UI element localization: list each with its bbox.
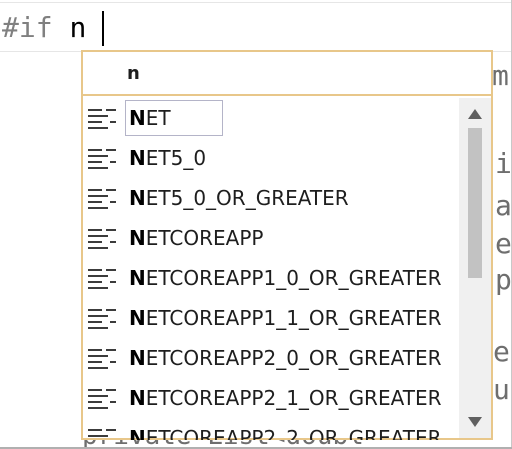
background-code-fragment: p xyxy=(495,263,512,296)
text-lines-icon xyxy=(88,226,118,250)
completion-item-label: NETCOREAPP xyxy=(125,220,267,256)
scrollbar-thumb[interactable] xyxy=(468,128,482,278)
background-code-fragment: m xyxy=(492,59,509,92)
completion-item[interactable]: NETCOREAPP1_1_OR_GREATER xyxy=(83,298,459,338)
completion-item-rest: ETCOREAPP2_2_OR_GREATER xyxy=(145,426,442,440)
text-lines-icon xyxy=(88,426,118,440)
completion-scrollbar[interactable] xyxy=(459,98,491,438)
text-lines-icon xyxy=(88,266,118,290)
text-lines-icon xyxy=(88,306,118,330)
text-lines-icon xyxy=(88,386,118,410)
completion-item[interactable]: NETCOREAPP2_2_OR_GREATER xyxy=(83,418,459,440)
match-highlight: N xyxy=(129,226,146,250)
match-highlight: N xyxy=(129,426,146,440)
scroll-down-arrow-icon[interactable] xyxy=(467,414,483,428)
code-line-1[interactable]: #if n xyxy=(2,8,86,48)
completion-item-label: NETCOREAPP2_1_OR_GREATER xyxy=(125,380,445,416)
match-highlight: N xyxy=(129,186,146,210)
scroll-up-arrow-icon[interactable] xyxy=(467,106,483,120)
text-lines-icon xyxy=(88,346,118,370)
completion-item-label: NETCOREAPP1_0_OR_GREATER xyxy=(125,260,445,296)
background-code-fragment: e xyxy=(495,227,512,260)
completion-item-rest: ETCOREAPP2_1_OR_GREATER xyxy=(145,386,442,410)
completion-item[interactable]: NETCOREAPP2_0_OR_GREATER xyxy=(83,338,459,378)
background-code-fragment: ur xyxy=(493,373,512,406)
text-lines-icon xyxy=(88,106,118,130)
completion-item-label: NET5_0_OR_GREATER xyxy=(125,180,353,216)
completion-item-label: NET xyxy=(125,100,223,136)
completion-item-label: NETCOREAPP1_1_OR_GREATER xyxy=(125,300,445,336)
completion-popup[interactable]: n NET NET5_0 NET5_0_OR_GREATER NETCOREAPP NE… xyxy=(81,50,493,440)
completion-item[interactable]: NETCOREAPP xyxy=(83,218,459,258)
completion-item-rest: ETCOREAPP1_0_OR_GREATER xyxy=(145,266,442,290)
completion-item-rest: ETCOREAPP xyxy=(145,226,264,250)
background-code-fragment: ed xyxy=(493,335,512,368)
directive-keyword: #if xyxy=(2,11,53,44)
typed-text: n xyxy=(69,11,87,44)
completion-item[interactable]: NETCOREAPP1_0_OR_GREATER xyxy=(83,258,459,298)
match-highlight: N xyxy=(129,306,146,330)
completion-filter-text: n xyxy=(83,52,491,96)
background-code-fragment: a xyxy=(495,189,512,222)
match-highlight: N xyxy=(129,106,146,130)
completion-item-label: NET5_0 xyxy=(125,140,210,176)
background-code-fragment: i xyxy=(495,147,512,180)
completion-item-rest: ETCOREAPP1_1_OR_GREATER xyxy=(145,306,442,330)
completion-item-label: NETCOREAPP2_2_OR_GREATER xyxy=(125,420,445,440)
completion-item-rest: ETCOREAPP2_0_OR_GREATER xyxy=(145,346,442,370)
completion-item-rest: ET5_0 xyxy=(145,146,207,170)
text-lines-icon xyxy=(88,146,118,170)
completion-item[interactable]: NETCOREAPP2_1_OR_GREATER xyxy=(83,378,459,418)
match-highlight: N xyxy=(129,146,146,170)
completion-item[interactable]: NET5_0 xyxy=(83,138,459,178)
match-highlight: N xyxy=(129,386,146,410)
completion-item-label: NETCOREAPP2_0_OR_GREATER xyxy=(125,340,445,376)
match-highlight: N xyxy=(129,346,146,370)
match-highlight: N xyxy=(129,266,146,290)
completion-item-rest: ET xyxy=(145,106,171,130)
completion-item[interactable]: NET5_0_OR_GREATER xyxy=(83,178,459,218)
completion-list[interactable]: NET NET5_0 NET5_0_OR_GREATER NETCOREAPP NETC… xyxy=(83,98,459,440)
completion-item-rest: ET5_0_OR_GREATER xyxy=(145,186,349,210)
text-lines-icon xyxy=(88,186,118,210)
completion-item[interactable]: NET xyxy=(83,98,459,138)
text-caret xyxy=(102,11,104,46)
